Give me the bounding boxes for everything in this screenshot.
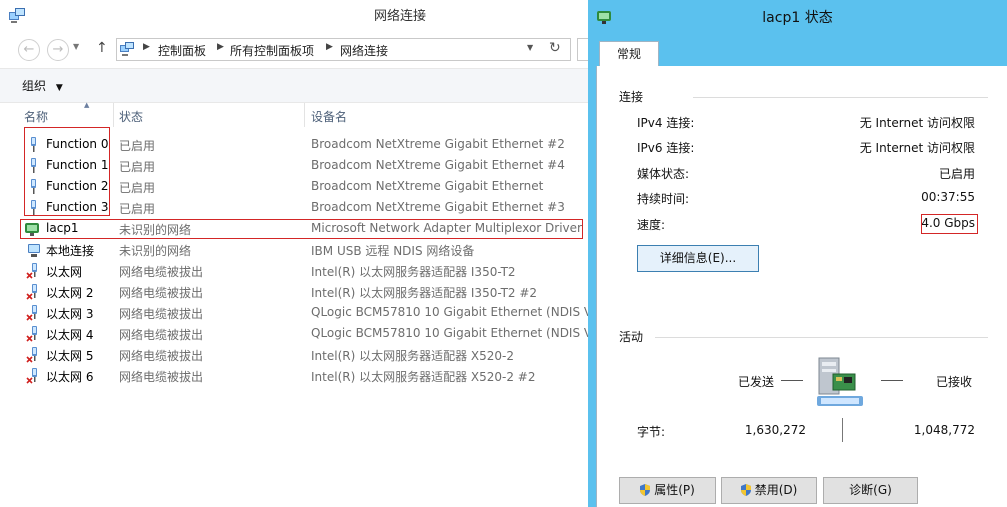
uac-shield-icon <box>740 484 751 496</box>
properties-button[interactable]: 属性(P) <box>619 477 716 504</box>
breadcrumb-all-items[interactable]: 所有控制面板项 <box>230 42 314 59</box>
disconnected-adapter-icon <box>26 347 37 363</box>
column-headers: ▲ 名称 状态 设备名 <box>0 101 590 127</box>
chevron-down-icon: ▼ <box>55 83 63 93</box>
status-dialog: lacp1 状态 常规 连接 IPv4 连接: 无 Internet 访问权限 … <box>588 0 1007 507</box>
table-row[interactable]: 以太网 2 网络电缆被拔出 Intel(R) 以太网服务器适配器 I350-T2… <box>0 281 590 302</box>
table-row[interactable]: 本地连接 未识别的网络 IBM USB 远程 NDIS 网络设备 <box>0 239 590 260</box>
address-bar[interactable]: ▶ 控制面板 ▶ 所有控制面板项 ▶ 网络连接 ▼ ↻ <box>116 38 571 61</box>
uac-shield-icon <box>640 484 651 496</box>
column-header-name[interactable]: ▲ 名称 <box>24 101 110 127</box>
breadcrumb-separator-icon: ▶ <box>217 42 224 52</box>
column-header-device[interactable]: 设备名 <box>311 103 581 127</box>
speed-label: 速度: <box>637 218 666 232</box>
explorer-titlebar: 网络连接 <box>0 0 590 33</box>
column-header-status[interactable]: 状态 <box>119 103 299 127</box>
table-row[interactable]: 以太网 5 网络电缆被拔出 Intel(R) 以太网服务器适配器 X520-2 <box>0 344 590 365</box>
breadcrumb-network-connections[interactable]: 网络连接 <box>340 42 388 59</box>
refresh-icon[interactable]: ↻ <box>549 40 561 56</box>
table-row[interactable]: 以太网 3 网络电缆被拔出 QLogic BCM57810 10 Gigabit… <box>0 302 600 323</box>
sent-line <box>781 380 803 381</box>
disconnected-adapter-icon <box>26 263 37 279</box>
breadcrumb-control-panel[interactable]: 控制面板 <box>158 42 206 59</box>
control-panel-icon <box>120 42 134 56</box>
activity-group-label: 活动 <box>619 330 644 344</box>
breadcrumb-separator-icon: ▶ <box>326 42 333 52</box>
received-line <box>881 380 903 381</box>
ipv6-label: IPv6 连接: <box>637 141 695 155</box>
back-button[interactable]: ← <box>18 39 40 61</box>
address-dropdown-icon[interactable]: ▼ <box>527 43 533 52</box>
disconnected-adapter-icon <box>26 326 37 342</box>
up-arrow-icon[interactable]: ↑ <box>96 40 108 56</box>
recent-dropdown-icon[interactable]: ▼ <box>73 42 79 51</box>
dialog-body: 连接 IPv4 连接: 无 Internet 访问权限 IPv6 连接: 无 I… <box>596 66 1007 507</box>
disable-button[interactable]: 禁用(D) <box>721 477 817 504</box>
disconnected-adapter-icon <box>26 305 37 321</box>
ipv4-value: 无 Internet 访问权限 <box>859 116 975 130</box>
bytes-received-value: 1,048,772 <box>913 423 975 437</box>
disconnected-adapter-icon <box>26 368 37 384</box>
group-divider <box>655 337 988 338</box>
received-label: 已接收 <box>936 375 973 389</box>
connection-group-label: 连接 <box>619 90 644 104</box>
bytes-sent-value: 1,630,272 <box>744 423 806 437</box>
sent-label: 已发送 <box>738 375 775 389</box>
sort-ascending-icon: ▲ <box>84 101 90 109</box>
dialog-title: lacp1 状态 <box>762 10 833 26</box>
breadcrumb-separator-icon: ▶ <box>143 42 150 52</box>
details-button[interactable]: 详细信息(E)... <box>637 245 759 272</box>
table-row[interactable]: 以太网 网络电缆被拔出 Intel(R) 以太网服务器适配器 I350-T2 <box>0 260 590 281</box>
annotation-box-lacp1 <box>20 219 583 239</box>
annotation-box-functions <box>24 127 110 216</box>
network-adapter-icon <box>28 244 40 257</box>
bytes-divider <box>842 418 843 442</box>
forward-button[interactable]: → <box>47 39 69 61</box>
column-divider[interactable] <box>113 103 114 127</box>
ipv6-value: 无 Internet 访问权限 <box>859 141 975 155</box>
duration-label: 持续时间: <box>637 192 690 206</box>
group-divider <box>693 97 988 98</box>
disconnected-adapter-icon <box>26 284 37 300</box>
tab-general[interactable]: 常规 <box>599 41 659 67</box>
media-state-value: 已启用 <box>938 167 975 181</box>
table-row[interactable]: 以太网 4 网络电缆被拔出 QLogic BCM57810 10 Gigabit… <box>0 323 600 344</box>
annotation-box-speed <box>921 214 978 234</box>
dialog-titlebar: lacp1 状态 <box>588 0 1007 36</box>
network-connections-window: 网络连接 ← → ▼ ↑ ▶ 控制面板 ▶ 所有控制面板项 ▶ 网络连接 ▼ ↻… <box>0 0 600 507</box>
ipv4-label: IPv4 连接: <box>637 116 695 130</box>
command-bar: 组织 ▼ <box>0 68 590 103</box>
duration-value: 00:37:55 <box>921 190 975 204</box>
table-row[interactable]: 以太网 6 网络电缆被拔出 Intel(R) 以太网服务器适配器 X520-2 … <box>0 365 590 386</box>
bytes-label: 字节: <box>637 425 666 439</box>
column-divider[interactable] <box>304 103 305 127</box>
organize-label: 组织 <box>22 79 47 93</box>
network-activity-icon <box>817 357 863 406</box>
diagnose-button[interactable]: 诊断(G) <box>823 477 918 504</box>
organize-menu[interactable]: 组织 ▼ <box>22 77 63 94</box>
media-state-label: 媒体状态: <box>637 167 690 181</box>
